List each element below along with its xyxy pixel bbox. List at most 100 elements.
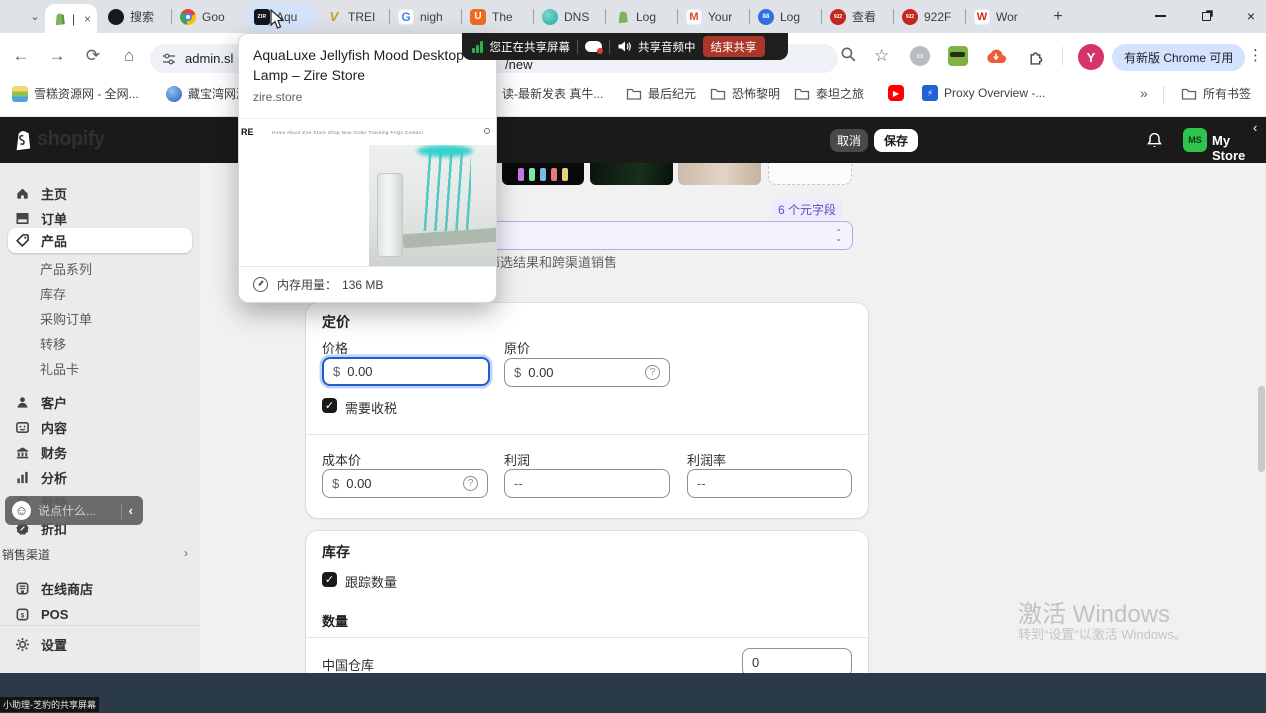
- cost-input[interactable]: $ 0.00 ?: [322, 469, 488, 498]
- sidebar-item-analytics[interactable]: 分析: [8, 465, 192, 490]
- store-name[interactable]: My Store: [1212, 133, 1266, 163]
- bookmark-star-icon[interactable]: ☆: [874, 46, 889, 66]
- bookmarks-overflow-icon[interactable]: »: [1140, 85, 1148, 101]
- signal-bars-icon: [472, 41, 483, 53]
- sidebar-item-inventory[interactable]: 库存: [40, 281, 66, 306]
- all-bookmarks-button[interactable]: 所有书签: [1181, 85, 1251, 102]
- product-media-thumbnail[interactable]: [502, 163, 584, 185]
- compare-price-input[interactable]: $ 0.00 ?: [504, 358, 670, 387]
- profit-label: 利润: [504, 450, 530, 469]
- sidebar-item-pos[interactable]: $ POS: [8, 602, 192, 627]
- product-media-thumbnail[interactable]: [678, 163, 761, 185]
- profile-avatar[interactable]: Y: [1078, 44, 1104, 70]
- help-icon[interactable]: ?: [463, 476, 478, 491]
- store-avatar[interactable]: MS: [1183, 128, 1207, 152]
- back-button[interactable]: ←: [8, 43, 34, 69]
- add-media-dropzone[interactable]: [768, 163, 852, 185]
- sidebar-item-customers[interactable]: 客户: [8, 390, 192, 415]
- shopify-logo: shopify: [12, 128, 105, 151]
- sidebar-item-settings[interactable]: 设置: [8, 632, 192, 657]
- site-logo: RE: [241, 127, 254, 137]
- gear-icon: [14, 636, 31, 653]
- save-button[interactable]: 保存: [874, 129, 918, 152]
- smiley-icon[interactable]: ☺: [12, 501, 31, 520]
- tab-logo1[interactable]: Log: [606, 0, 678, 33]
- tab-logo2[interactable]: 88 Log: [750, 0, 822, 33]
- help-icon[interactable]: ?: [645, 365, 660, 380]
- scrollbar-thumb[interactable]: [1258, 386, 1265, 472]
- find-in-page-icon[interactable]: [840, 46, 857, 63]
- active-tab-title: |: [72, 12, 75, 26]
- screen-share-bar: 您正在共享屏幕 共享音频中 结束共享: [462, 33, 788, 60]
- pricing-card: 定价 价格 原价 $ 0.00 $ 0.00 ? ✓ 需要收税 成本价 利润 利…: [306, 303, 868, 518]
- warehouse-label: 中国仓库: [322, 655, 374, 674]
- sidebar-item-gift-cards[interactable]: 礼品卡: [40, 356, 79, 381]
- chevron-left-icon[interactable]: ‹: [1253, 120, 1257, 135]
- cancel-button[interactable]: 取消: [830, 129, 868, 152]
- bookmark-folder-kongbuliming[interactable]: 恐怖黎明: [710, 85, 780, 102]
- sidebar-item-purchase-orders[interactable]: 采购订单: [40, 306, 92, 331]
- share-assistant-tooltip: 小助理-芝豹的共享屏幕: [0, 697, 99, 712]
- bookmark-folder-zuihoujiyuan[interactable]: 最后纪元: [626, 85, 696, 102]
- site-search-icon: [484, 128, 490, 134]
- stop-sharing-button[interactable]: 结束共享: [703, 36, 765, 57]
- bookmark-cangbaowan[interactable]: 藏宝湾网游: [166, 85, 248, 102]
- profit-input[interactable]: --: [504, 469, 670, 498]
- preview-title: AquaLuxe Jellyfish Mood Desktop Lamp – Z…: [253, 45, 481, 86]
- home-button[interactable]: ⌂: [116, 43, 142, 69]
- tab-shopify-active[interactable]: | ×: [45, 4, 97, 33]
- charge-tax-label: 需要收税: [345, 398, 397, 417]
- tab-922[interactable]: 922 922F: [894, 0, 966, 33]
- close-icon[interactable]: ×: [84, 12, 91, 26]
- extension-link-icon[interactable]: ∞: [910, 46, 930, 66]
- sidebar-item-products[interactable]: 产品: [8, 228, 192, 253]
- tab-dns[interactable]: DNS: [534, 0, 606, 33]
- tab-search-page[interactable]: 搜索: [100, 0, 172, 33]
- window-close-button[interactable]: ×: [1234, 0, 1266, 32]
- tab-the[interactable]: U The: [462, 0, 534, 33]
- charge-tax-checkbox[interactable]: ✓: [322, 398, 337, 413]
- window-maximize-button[interactable]: [1189, 0, 1223, 32]
- extension-sunglasses-icon[interactable]: [948, 46, 968, 66]
- chevron-right-icon[interactable]: ›: [184, 546, 188, 560]
- notifications-bell-icon[interactable]: [1146, 132, 1163, 149]
- bookmark-youtube[interactable]: ▶: [888, 85, 904, 101]
- margin-label: 利润率: [687, 450, 726, 469]
- browser-menu-icon[interactable]: ⋮: [1248, 46, 1263, 64]
- bookmark-du[interactable]: 读-最新发表 真牛...: [502, 85, 603, 102]
- tab-night[interactable]: G nigh: [390, 0, 462, 33]
- tab-goo[interactable]: Goo: [172, 0, 244, 33]
- sidebar-item-content[interactable]: 内容: [8, 415, 192, 440]
- tab-gmail[interactable]: M Your: [678, 0, 750, 33]
- site-info-icon[interactable]: [162, 52, 176, 66]
- sidebar-item-online-store[interactable]: 在线商店: [8, 576, 192, 601]
- shopify-bag-icon: [12, 128, 33, 151]
- tab-search-button[interactable]: ⌄: [24, 6, 46, 27]
- chat-collapse-icon[interactable]: ‹: [129, 503, 136, 518]
- tab-922-view[interactable]: 922 查看: [822, 0, 894, 33]
- sidebar-item-finance[interactable]: 财务: [8, 440, 192, 465]
- sidebar-item-home[interactable]: 主页: [8, 181, 192, 206]
- tab-word[interactable]: W Wor: [966, 0, 1038, 33]
- bookmark-folder-taitanzhilv[interactable]: 泰坦之旅: [794, 85, 864, 102]
- chrome-update-pill[interactable]: 有新版 Chrome 可用: [1112, 44, 1245, 71]
- reload-button[interactable]: ⟳: [80, 43, 106, 69]
- sidebar-item-transfers[interactable]: 转移: [40, 331, 66, 356]
- chat-input[interactable]: 说点什么...: [38, 502, 114, 519]
- close-icon: ×: [1247, 8, 1255, 24]
- bookmark-proxy[interactable]: ⚡ Proxy Overview -...: [922, 85, 1045, 101]
- new-tab-button[interactable]: +: [1046, 5, 1070, 29]
- bookmark-xuegao[interactable]: 雪糕资源网 - 全网...: [12, 85, 139, 102]
- window-minimize-button[interactable]: [1143, 0, 1177, 32]
- track-quantity-checkbox[interactable]: ✓: [322, 572, 337, 587]
- price-input[interactable]: $ 0.00: [322, 357, 490, 386]
- margin-input[interactable]: --: [687, 469, 852, 498]
- sidebar-item-collections[interactable]: 产品系列: [40, 256, 92, 281]
- extensions-puzzle-icon[interactable]: [1026, 46, 1046, 66]
- forward-button[interactable]: →: [44, 43, 70, 69]
- track-quantity-label: 跟踪数量: [345, 572, 397, 591]
- product-media-thumbnail[interactable]: [590, 163, 673, 185]
- extension-cloud-icon[interactable]: [986, 46, 1006, 66]
- metafields-link[interactable]: 6 个元字段: [772, 199, 842, 220]
- tab-trendsi[interactable]: V TREI: [318, 0, 390, 33]
